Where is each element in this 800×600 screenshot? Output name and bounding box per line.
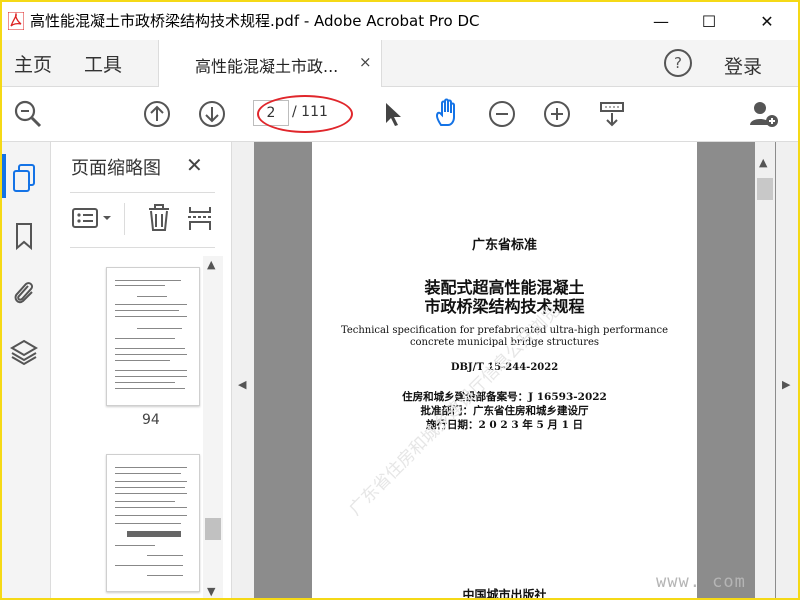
login-link[interactable]: 登录 — [724, 52, 762, 79]
thumbnail-scrollbar[interactable] — [203, 256, 223, 598]
thumbnail-scrollbar-thumb[interactable] — [205, 518, 221, 540]
app-window: 高性能混凝土市政桥梁结构技术规程.pdf - Adobe Acrobat Pro… — [0, 0, 800, 600]
acrobat-logo-icon — [8, 12, 24, 30]
layers-icon[interactable] — [6, 334, 42, 370]
doc-title-line-2: 市政桥梁结构技术规程 — [424, 297, 585, 316]
scroll-down-icon[interactable]: ▼ — [207, 585, 215, 598]
maximize-icon: ☐ — [701, 11, 717, 31]
divider — [70, 192, 215, 193]
english-title-line-1: Technical specification for prefabricate… — [340, 325, 669, 336]
close-window-button[interactable]: ✕ — [744, 2, 790, 40]
attachments-icon[interactable] — [6, 275, 42, 311]
scroll-up-icon[interactable]: ▲ — [207, 258, 215, 271]
zoom-out-icon[interactable] — [484, 96, 520, 132]
select-arrow-icon[interactable] — [374, 96, 410, 132]
tab-document[interactable]: 高性能混凝土市政... × — [158, 40, 382, 87]
minimize-icon: — — [653, 11, 669, 31]
tab-close-icon[interactable]: × — [359, 53, 372, 71]
page-thumbnail[interactable] — [106, 454, 200, 592]
thumbnail-options-icon[interactable] — [70, 200, 116, 236]
scroll-up-icon[interactable]: ▲ — [759, 156, 767, 169]
approving-department: 批准部门：广东省住房和城乡建设厅 — [420, 405, 589, 417]
effective-date: 施行日期：2 0 2 3 年 5 月 1 日 — [425, 419, 584, 431]
bookmarks-icon[interactable] — [6, 218, 42, 254]
add-user-icon[interactable] — [746, 96, 782, 132]
zoom-search-icon[interactable] — [10, 96, 46, 132]
maximize-button[interactable]: ☐ — [686, 2, 732, 40]
title-bar: 高性能混凝土市政桥梁结构技术规程.pdf - Adobe Acrobat Pro… — [2, 2, 798, 40]
record-number: 住房和城乡建设部备案号：J 16593-2022 — [402, 391, 607, 403]
scroll-mode-icon[interactable] — [594, 96, 630, 132]
publisher: 中国城市出版社 — [462, 588, 547, 600]
collapse-left-pane[interactable]: ◀ — [232, 142, 254, 598]
tab-tools[interactable]: 工具 — [84, 50, 122, 77]
zoom-in-icon[interactable] — [539, 96, 575, 132]
highlight-annotation — [257, 95, 353, 133]
watermark-url: www. com — [656, 572, 746, 592]
minimize-button[interactable]: — — [638, 2, 684, 40]
tab-document-label: 高性能混凝土市政... — [195, 57, 339, 76]
divider — [70, 247, 215, 248]
help-icon-glyph: ? — [674, 54, 682, 72]
page-thumbnails-icon[interactable] — [6, 160, 42, 196]
next-page-icon[interactable] — [194, 96, 230, 132]
help-icon[interactable]: ? — [664, 49, 692, 77]
divider — [124, 203, 125, 235]
left-rail — [2, 142, 51, 598]
close-icon: ✕ — [760, 11, 774, 31]
hand-tool-icon[interactable] — [429, 95, 465, 131]
document-scrollbar-thumb[interactable] — [757, 178, 773, 200]
extract-pages-icon[interactable] — [182, 200, 218, 236]
document-scrollbar[interactable] — [755, 142, 775, 598]
page-thumbnail[interactable] — [106, 267, 200, 406]
chevron-right-icon[interactable]: ▶ — [782, 378, 790, 391]
delete-icon[interactable] — [141, 200, 177, 236]
collapse-right-pane[interactable]: ▶ — [776, 142, 798, 598]
panel-close-icon[interactable]: ✕ — [186, 153, 203, 177]
chevron-left-icon[interactable]: ◀ — [238, 378, 246, 391]
standard-header: 广东省标准 — [471, 238, 537, 253]
window-title: 高性能混凝土市政桥梁结构技术规程.pdf - Adobe Acrobat Pro… — [30, 12, 480, 30]
thumbnail-page-number: 94 — [142, 412, 160, 428]
previous-page-icon[interactable] — [139, 96, 175, 132]
tab-home[interactable]: 主页 — [14, 50, 52, 77]
panel-title: 页面缩略图 — [71, 158, 161, 179]
